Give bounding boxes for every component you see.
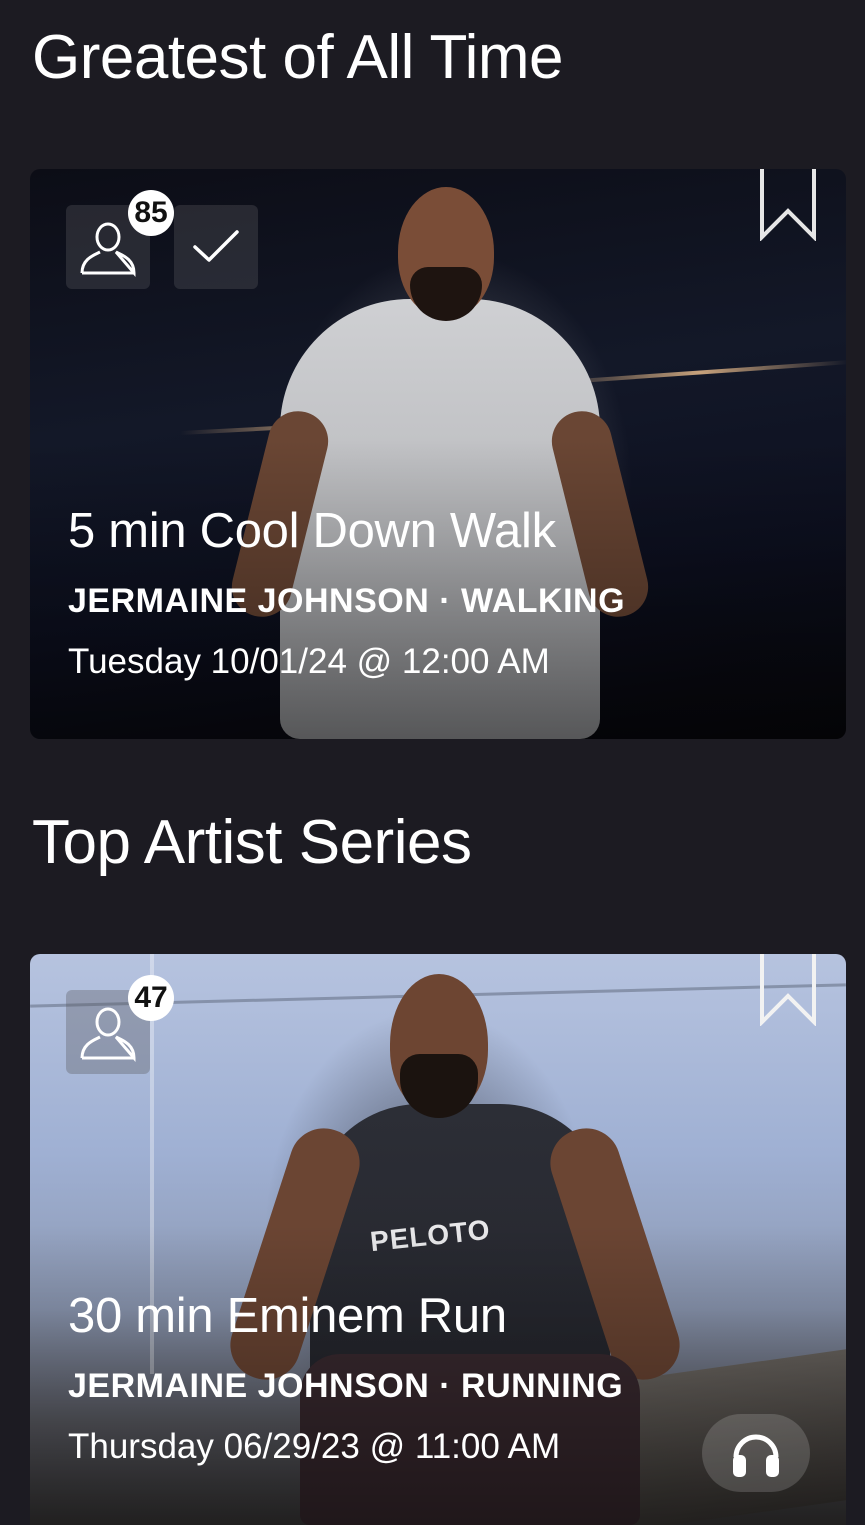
instructor-name: JERMAINE JOHNSON <box>68 582 430 620</box>
section-title-greatest-of-all-time: Greatest of All Time <box>32 23 564 92</box>
class-title: 30 min Eminem Run <box>68 1289 507 1343</box>
class-info: 5 min Cool Down Walk JERMAINE JOHNSON · … <box>68 504 826 681</box>
class-title: 5 min Cool Down Walk <box>68 504 556 558</box>
meta-separator: · <box>439 582 452 620</box>
class-card-eminem-run[interactable]: PELOTO 47 30 min Eminem Run JERMAINE JOH… <box>30 954 846 1525</box>
class-date: Tuesday 10/01/24 @ 12:00 AM <box>68 642 550 681</box>
friends-count-badge: 47 <box>128 975 174 1021</box>
headphones-icon <box>733 1434 779 1477</box>
audio-only-button[interactable] <box>702 1414 810 1492</box>
discipline-name: RUNNING <box>461 1367 624 1405</box>
class-card-cool-down-walk[interactable]: 85 5 min Cool Down Walk JERMAINE JOHNSON… <box>30 169 846 739</box>
class-meta: JERMAINE JOHNSON · RUNNING <box>68 1369 826 1403</box>
instructor-name: JERMAINE JOHNSON <box>68 1367 430 1405</box>
meta-separator: · <box>439 1367 452 1405</box>
page: Greatest of All Time 85 5 min Cool Down … <box>0 0 865 1525</box>
bookmark-icon[interactable] <box>758 954 818 1026</box>
class-meta: JERMAINE JOHNSON · WALKING <box>68 584 826 618</box>
discipline-name: WALKING <box>461 582 626 620</box>
bookmark-icon[interactable] <box>758 169 818 241</box>
friends-count-badge: 85 <box>128 190 174 236</box>
section-title-top-artist-series: Top Artist Series <box>32 808 472 877</box>
completed-indicator <box>174 205 258 289</box>
checkmark-icon <box>193 230 239 262</box>
